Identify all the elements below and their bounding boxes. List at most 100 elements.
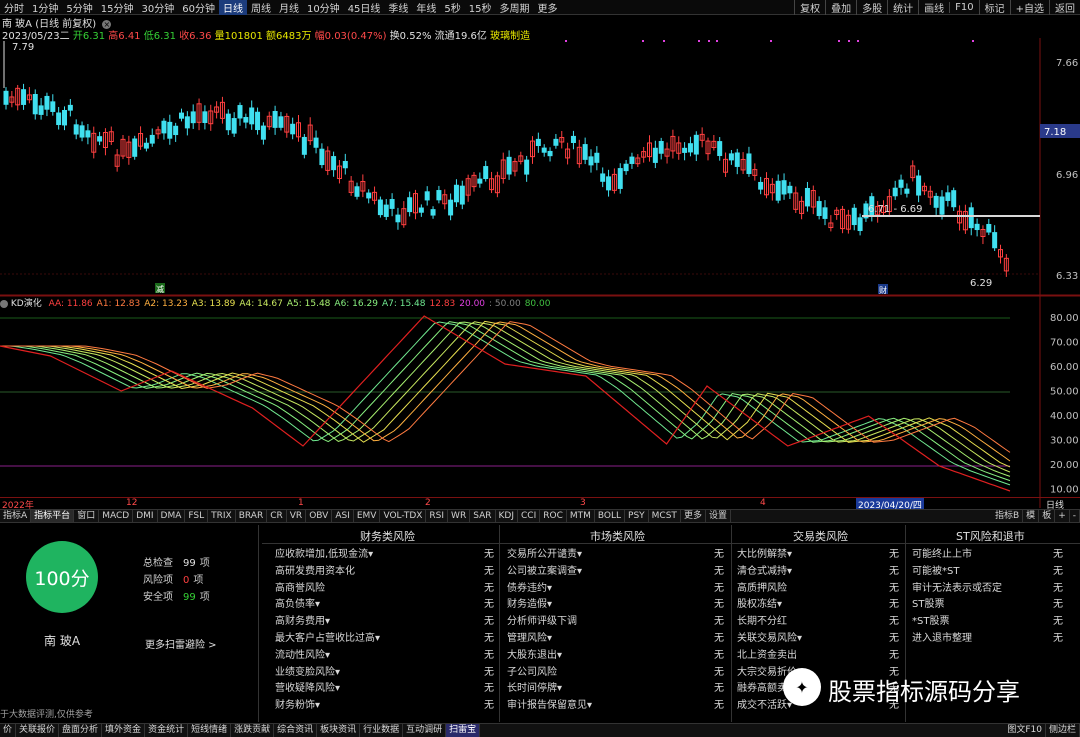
toolbar-button-5[interactable]: F10 xyxy=(949,2,978,13)
period-3[interactable]: 15分钟 xyxy=(97,0,138,15)
risk-item[interactable]: 高质押风险 xyxy=(737,579,787,594)
risk-item[interactable]: 高负债率▾ xyxy=(275,595,320,610)
bottom-tab-0[interactable]: 价 xyxy=(0,724,17,737)
period-2[interactable]: 5分钟 xyxy=(62,0,96,15)
tab-right-2[interactable]: 板 xyxy=(1039,510,1056,522)
risk-item[interactable]: 大比例解禁▾ xyxy=(737,545,792,560)
toolbar-button-3[interactable]: 统计 xyxy=(887,0,918,15)
period-8[interactable]: 月线 xyxy=(275,0,303,15)
tab-right-0[interactable]: 指标B xyxy=(992,510,1024,522)
period-1[interactable]: 1分钟 xyxy=(28,0,62,15)
tab-15[interactable]: RSI xyxy=(426,510,449,522)
tab-24[interactable]: MCST xyxy=(649,510,681,522)
bottom-tab-10[interactable]: 互动调研 xyxy=(403,724,447,737)
risk-item[interactable]: 公司被立案调查▾ xyxy=(507,562,582,577)
risk-item[interactable]: 高研发费用资本化 xyxy=(275,562,355,577)
tab-0[interactable]: 指标A xyxy=(0,510,32,522)
bottom-right-0[interactable]: 图文F10 xyxy=(1004,724,1046,737)
risk-item[interactable]: 进入退市整理 xyxy=(912,629,972,644)
risk-item[interactable]: 高财务费用▾ xyxy=(275,612,330,627)
tab-7[interactable]: TRIX xyxy=(208,510,236,522)
risk-item[interactable]: 子公司风险 xyxy=(507,663,557,678)
period-4[interactable]: 30分钟 xyxy=(137,0,178,15)
risk-item[interactable]: *ST股票 xyxy=(912,612,949,627)
tab-4[interactable]: DMI xyxy=(133,510,158,522)
toolbar-button-8[interactable]: 返回 xyxy=(1049,0,1080,15)
bottom-tab-7[interactable]: 综合资讯 xyxy=(274,724,318,737)
bottom-right-1[interactable]: 侧边栏 xyxy=(1046,724,1080,737)
tab-1[interactable]: 指标平台 xyxy=(31,510,75,522)
tab-25[interactable]: 更多 xyxy=(681,510,706,522)
risk-item[interactable]: ST股票 xyxy=(912,595,944,610)
risk-item[interactable]: 成交不活跃▾ xyxy=(737,696,792,711)
chart-canvas[interactable]: 6.71 - 6.69 7.79 6.29 减 财 7.66 6.96 6.33… xyxy=(0,38,1080,508)
tab-20[interactable]: ROC xyxy=(540,510,567,522)
period-12[interactable]: 年线 xyxy=(412,0,440,15)
tab-5[interactable]: DMA xyxy=(158,510,186,522)
risk-item[interactable]: 大股东退出▾ xyxy=(507,646,562,661)
risk-item[interactable]: 可能被*ST xyxy=(912,562,959,577)
risk-item[interactable]: 业绩变脸风险▾ xyxy=(275,663,340,678)
tab-13[interactable]: EMV xyxy=(354,510,381,522)
bottom-tab-2[interactable]: 盘面分析 xyxy=(59,724,103,737)
risk-item[interactable]: 交易所公开谴责▾ xyxy=(507,545,582,560)
bottom-tab-9[interactable]: 行业数据 xyxy=(360,724,404,737)
tab-14[interactable]: VOL-TDX xyxy=(380,510,427,522)
tab-right-4[interactable]: - xyxy=(1070,510,1080,522)
risk-item[interactable]: 长期不分红 xyxy=(737,612,787,627)
risk-item[interactable]: 高商誉风险 xyxy=(275,579,325,594)
tab-19[interactable]: CCI xyxy=(518,510,541,522)
period-13[interactable]: 5秒 xyxy=(440,0,464,15)
period-10[interactable]: 45日线 xyxy=(344,0,385,15)
risk-item[interactable]: 财务造假▾ xyxy=(507,595,552,610)
tab-18[interactable]: KDJ xyxy=(496,510,518,522)
bottom-tab-4[interactable]: 资金统计 xyxy=(145,724,189,737)
risk-item[interactable]: 应收款增加,低现金流▾ xyxy=(275,545,373,560)
risk-item[interactable]: 管理风险▾ xyxy=(507,629,552,644)
risk-item[interactable]: 北上资金卖出 xyxy=(737,646,797,661)
tab-10[interactable]: VR xyxy=(287,510,307,522)
risk-item[interactable]: 清仓式减持▾ xyxy=(737,562,792,577)
risk-item[interactable]: 审计报告保留意见▾ xyxy=(507,696,592,711)
bottom-tab-1[interactable]: 关联报价 xyxy=(16,724,60,737)
bottom-tab-8[interactable]: 板块资讯 xyxy=(317,724,361,737)
risk-item[interactable]: 流动性风险▾ xyxy=(275,646,330,661)
period-7[interactable]: 周线 xyxy=(247,0,275,15)
tab-right-1[interactable]: 模 xyxy=(1023,510,1040,522)
tab-11[interactable]: OBV xyxy=(306,510,333,522)
settings-icon[interactable] xyxy=(0,299,8,308)
tab-22[interactable]: BOLL xyxy=(595,510,626,522)
tab-21[interactable]: MTM xyxy=(567,510,595,522)
tab-12[interactable]: ASI xyxy=(332,510,354,522)
risk-item[interactable]: 分析师评级下调 xyxy=(507,612,577,627)
risk-item[interactable]: 股权冻结▾ xyxy=(737,595,782,610)
toolbar-button-4[interactable]: 画线 xyxy=(918,0,949,15)
risk-item[interactable]: 审计无法表示或否定 xyxy=(912,579,1002,594)
risk-item[interactable]: 营收疑降风险▾ xyxy=(275,679,340,694)
toolbar-button-6[interactable]: 标记 xyxy=(978,0,1010,15)
risk-item[interactable]: 财务粉饰▾ xyxy=(275,696,320,711)
tab-8[interactable]: BRAR xyxy=(236,510,268,522)
period-9[interactable]: 10分钟 xyxy=(303,0,344,15)
tab-right-3[interactable]: + xyxy=(1055,510,1070,522)
period-11[interactable]: 季线 xyxy=(384,0,412,15)
period-15[interactable]: 多周期 xyxy=(496,0,534,15)
risk-item[interactable]: 关联交易风险▾ xyxy=(737,629,802,644)
bottom-tab-11[interactable]: 扫雷宝 xyxy=(446,724,481,737)
bottom-tab-5[interactable]: 短线情绪 xyxy=(188,724,232,737)
period-5[interactable]: 60分钟 xyxy=(178,0,219,15)
toolbar-button-2[interactable]: 多股 xyxy=(856,0,887,15)
risk-item[interactable]: 长时间停牌▾ xyxy=(507,679,562,694)
period-6[interactable]: 日线 xyxy=(218,0,247,15)
tab-17[interactable]: SAR xyxy=(470,510,496,522)
bottom-tab-3[interactable]: 填外资金 xyxy=(102,724,146,737)
tab-6[interactable]: FSL xyxy=(185,510,209,522)
tab-26[interactable]: 设置 xyxy=(706,510,731,522)
risk-item[interactable]: 最大客户占营收比过高▾ xyxy=(275,629,380,644)
toolbar-button-1[interactable]: 叠加 xyxy=(825,0,856,15)
tab-2[interactable]: 窗口 xyxy=(74,510,100,522)
risk-item[interactable]: 债券违约▾ xyxy=(507,579,552,594)
tab-16[interactable]: WR xyxy=(448,510,471,522)
period-14[interactable]: 15秒 xyxy=(465,0,496,15)
toolbar-button-7[interactable]: +自选 xyxy=(1009,0,1049,15)
